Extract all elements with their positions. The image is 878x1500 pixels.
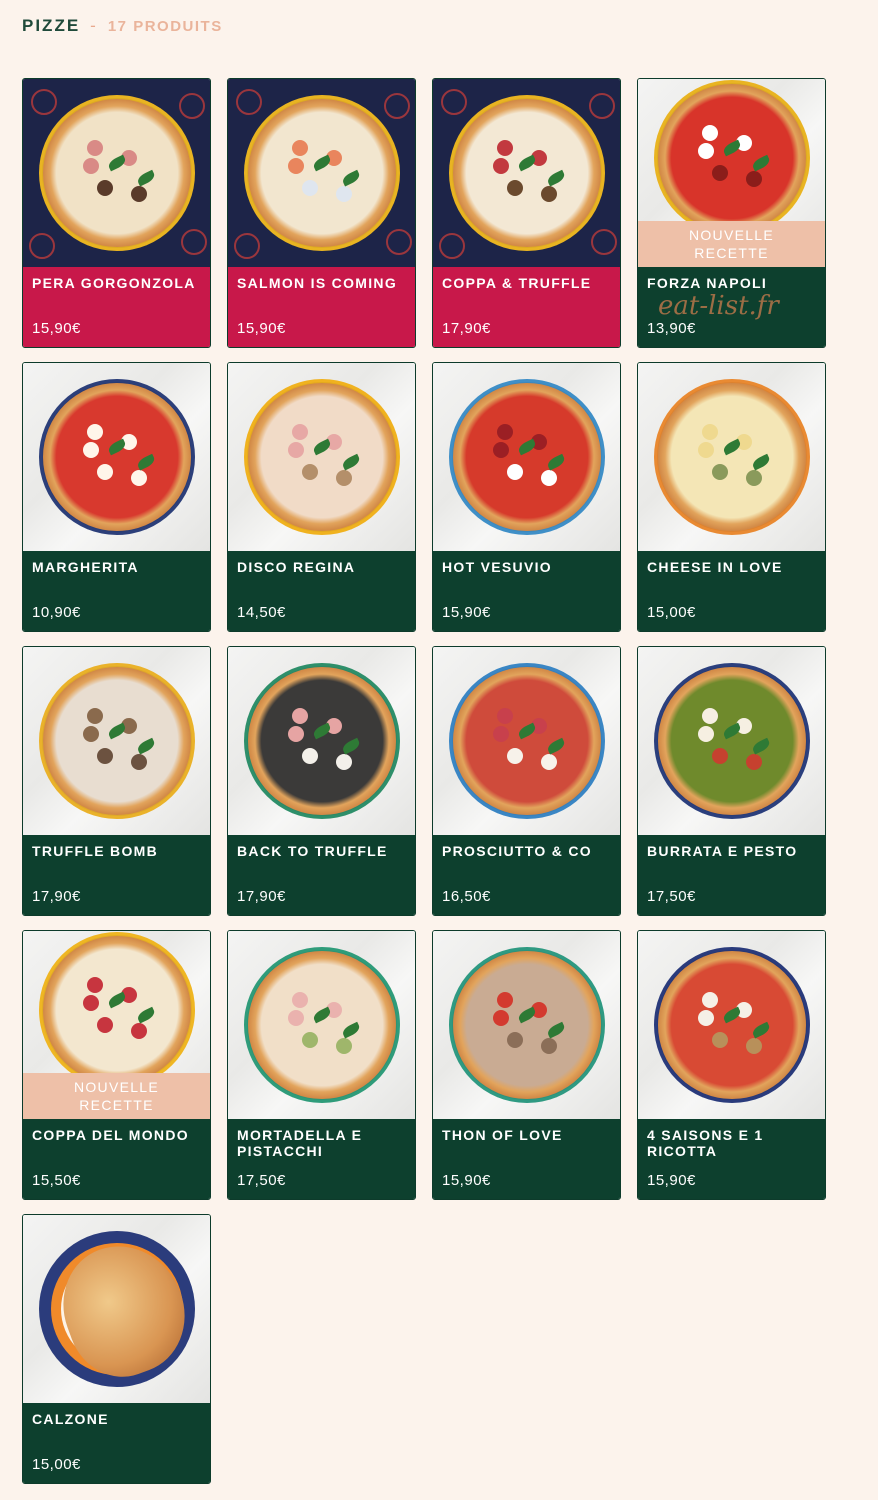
product-price: 10,90€ [32,604,81,621]
product-card-4-saisons-e-1-ricotta[interactable]: 4 SAISONS E 1 RICOTTA 15,90€ [637,930,826,1200]
product-price: 15,90€ [442,604,491,621]
product-info: PROSCIUTTO & CO 16,50€ [433,835,620,915]
product-card-burrata-e-pesto[interactable]: BURRATA E PESTO 17,50€ [637,646,826,916]
new-recipe-badge: NOUVELLE RECETTE [638,221,825,267]
product-card-coppa-truffle[interactable]: COPPA & TRUFFLE 17,90€ [432,78,621,348]
product-name: PROSCIUTTO & CO [442,843,592,859]
product-name: SALMON IS COMING [237,275,398,291]
header-separator: - [90,16,98,35]
product-name: BURRATA E PESTO [647,843,798,859]
product-info: THON OF LOVE 15,90€ [433,1119,620,1199]
product-card-thon-of-love[interactable]: THON OF LOVE 15,90€ [432,930,621,1200]
product-image [638,647,825,835]
product-price: 15,50€ [32,1172,81,1189]
product-image [433,79,620,267]
product-card-truffle-bomb[interactable]: TRUFFLE BOMB 17,90€ [22,646,211,916]
product-price: 17,50€ [647,888,696,905]
product-info: COPPA & TRUFFLE 17,90€ [433,267,620,347]
product-image [228,931,415,1119]
product-info: BACK TO TRUFFLE 17,90€ [228,835,415,915]
product-info: MORTADELLA E PISTACCHI 17,50€ [228,1119,415,1199]
product-name: CALZONE [32,1411,109,1427]
product-info: MARGHERITA 10,90€ [23,551,210,631]
product-info: SALMON IS COMING 15,90€ [228,267,415,347]
product-grid: PERA GORGONZOLA 15,90€ SALMON IS COMING … [22,78,826,1484]
product-price: 15,90€ [647,1172,696,1189]
product-info: PERA GORGONZOLA 15,90€ [23,267,210,347]
product-name: TRUFFLE BOMB [32,843,159,859]
product-image [638,363,825,551]
product-card-pera-gorgonzola[interactable]: PERA GORGONZOLA 15,90€ [22,78,211,348]
product-name: HOT VESUVIO [442,559,552,575]
product-card-margherita[interactable]: MARGHERITA 10,90€ [22,362,211,632]
product-card-back-to-truffle[interactable]: BACK TO TRUFFLE 17,90€ [227,646,416,916]
product-name: DISCO REGINA [237,559,356,575]
product-price: 16,50€ [442,888,491,905]
product-card-coppa-del-mondo[interactable]: NOUVELLE RECETTE COPPA DEL MONDO 15,50€ [22,930,211,1200]
product-info: DISCO REGINA 14,50€ [228,551,415,631]
product-image [23,1215,210,1403]
product-price: 17,90€ [237,888,286,905]
new-recipe-badge: NOUVELLE RECETTE [23,1073,210,1119]
product-info: 4 SAISONS E 1 RICOTTA 15,90€ [638,1119,825,1199]
product-image [433,363,620,551]
section-title: PIZZE [22,16,81,35]
product-price: 15,90€ [237,320,286,337]
product-price: 15,90€ [32,320,81,337]
product-name: COPPA & TRUFFLE [442,275,592,291]
product-price: 17,50€ [237,1172,286,1189]
product-name: PERA GORGONZOLA [32,275,196,291]
product-name: CHEESE IN LOVE [647,559,783,575]
product-card-prosciutto-co[interactable]: PROSCIUTTO & CO 16,50€ [432,646,621,916]
product-image [228,79,415,267]
product-card-calzone[interactable]: CALZONE 15,00€ [22,1214,211,1484]
product-card-salmon-is-coming[interactable]: SALMON IS COMING 15,90€ [227,78,416,348]
product-info: TRUFFLE BOMB 17,90€ [23,835,210,915]
product-price: 15,00€ [647,604,696,621]
product-image [23,647,210,835]
product-info: CHEESE IN LOVE 15,00€ [638,551,825,631]
product-card-hot-vesuvio[interactable]: HOT VESUVIO 15,90€ [432,362,621,632]
product-count: 17 PRODUITS [107,17,223,35]
product-name: COPPA DEL MONDO [32,1127,189,1143]
product-image [228,647,415,835]
product-card-mortadella-e-pistacchi[interactable]: MORTADELLA E PISTACCHI 17,50€ [227,930,416,1200]
product-card-cheese-in-love[interactable]: CHEESE IN LOVE 15,00€ [637,362,826,632]
product-image [433,647,620,835]
product-price: 13,90€ [647,320,696,337]
watermark: eat-list.fr [658,291,779,321]
product-price: 17,90€ [442,320,491,337]
product-info: FORZA NAPOLI eat-list.fr 13,90€ [638,267,825,347]
product-price: 17,90€ [32,888,81,905]
product-image [433,931,620,1119]
product-info: BURRATA E PESTO 17,50€ [638,835,825,915]
product-info: CALZONE 15,00€ [23,1403,210,1483]
product-name: THON OF LOVE [442,1127,563,1143]
product-name: BACK TO TRUFFLE [237,843,388,859]
product-image [23,79,210,267]
product-info: COPPA DEL MONDO 15,50€ [23,1119,210,1199]
product-price: 15,00€ [32,1456,81,1473]
product-card-disco-regina[interactable]: DISCO REGINA 14,50€ [227,362,416,632]
product-name: MORTADELLA E PISTACCHI [237,1127,363,1159]
product-price: 14,50€ [237,604,286,621]
product-image [23,363,210,551]
product-image: NOUVELLE RECETTE [23,931,210,1119]
product-name: MARGHERITA [32,559,139,575]
product-name: 4 SAISONS E 1 RICOTTA [647,1127,764,1159]
product-info: HOT VESUVIO 15,90€ [433,551,620,631]
product-image [638,931,825,1119]
product-image [228,363,415,551]
section-header: PIZZE - 17 PRODUITS [22,16,223,36]
product-price: 15,90€ [442,1172,491,1189]
product-card-forza-napoli[interactable]: NOUVELLE RECETTE FORZA NAPOLI eat-list.fr… [637,78,826,348]
product-image: NOUVELLE RECETTE [638,79,825,267]
